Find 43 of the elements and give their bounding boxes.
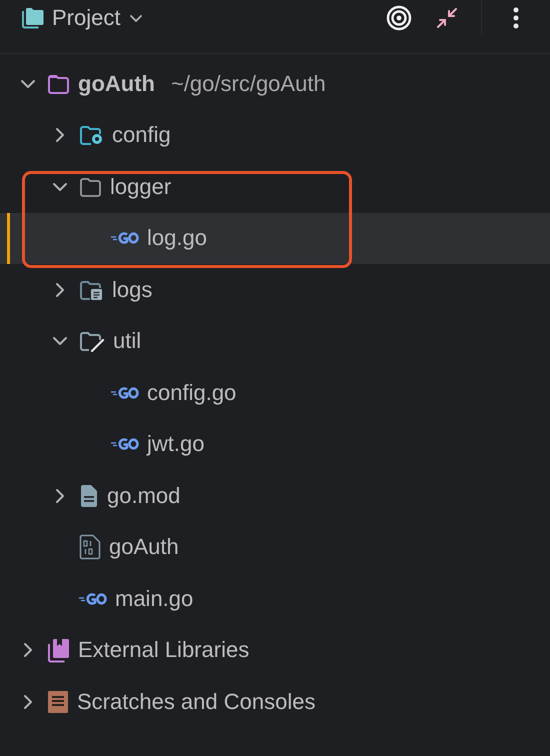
project-path: ~/go/src/goAuth [170, 70, 326, 97]
tree-item[interactable]: util [0, 316, 550, 367]
panel-title: Project [52, 5, 120, 31]
item-name: logs [112, 276, 152, 303]
file-row[interactable]: main.go [0, 573, 550, 624]
folder-icon [47, 72, 70, 95]
folder-document-icon [79, 278, 104, 301]
tree-item[interactable]: External Libraries [0, 624, 550, 676]
target-icon[interactable] [385, 4, 413, 32]
file-row[interactable]: log.go [0, 212, 550, 264]
item-name: External Libraries [78, 637, 250, 664]
folder-icon [22, 7, 44, 29]
binary-file-icon [79, 534, 101, 560]
item-name: config.go [147, 380, 236, 406]
tree-item[interactable]: Scratches and Consoles [0, 676, 550, 728]
go-file-icon [111, 437, 139, 452]
go-file-icon [111, 231, 139, 246]
file-row[interactable]: config.go [0, 367, 550, 418]
go-file-icon [79, 592, 107, 606]
item-name: util [113, 328, 142, 354]
file-row[interactable]: go.mod [0, 470, 550, 522]
tree-item[interactable]: goAuth ~/go/src/goAuth [0, 58, 550, 110]
tree-item[interactable]: logger [0, 161, 550, 212]
item-name: goAuth [78, 70, 155, 97]
document-icon [79, 484, 99, 508]
item-name: goAuth [109, 534, 179, 560]
go-file-icon [111, 386, 139, 400]
item-name: main.go [115, 586, 194, 612]
scratch-file-icon [47, 690, 69, 714]
file-row[interactable]: jwt.go [0, 418, 550, 470]
folder-icon [79, 176, 102, 198]
library-icon [47, 638, 70, 663]
item-name: config [112, 122, 171, 148]
folder-pencil-icon [79, 330, 105, 352]
item-name: log.go [147, 225, 207, 252]
tree-item[interactable]: config [0, 110, 550, 161]
item-name: jwt.go [147, 431, 204, 458]
item-name: Scratches and Consoles [77, 688, 316, 715]
tree-item[interactable]: logs [0, 264, 550, 316]
file-row[interactable]: goAuth [0, 522, 550, 573]
folder-gear-icon [79, 124, 104, 146]
item-name: go.mod [107, 482, 180, 509]
item-name: logger [110, 174, 172, 200]
